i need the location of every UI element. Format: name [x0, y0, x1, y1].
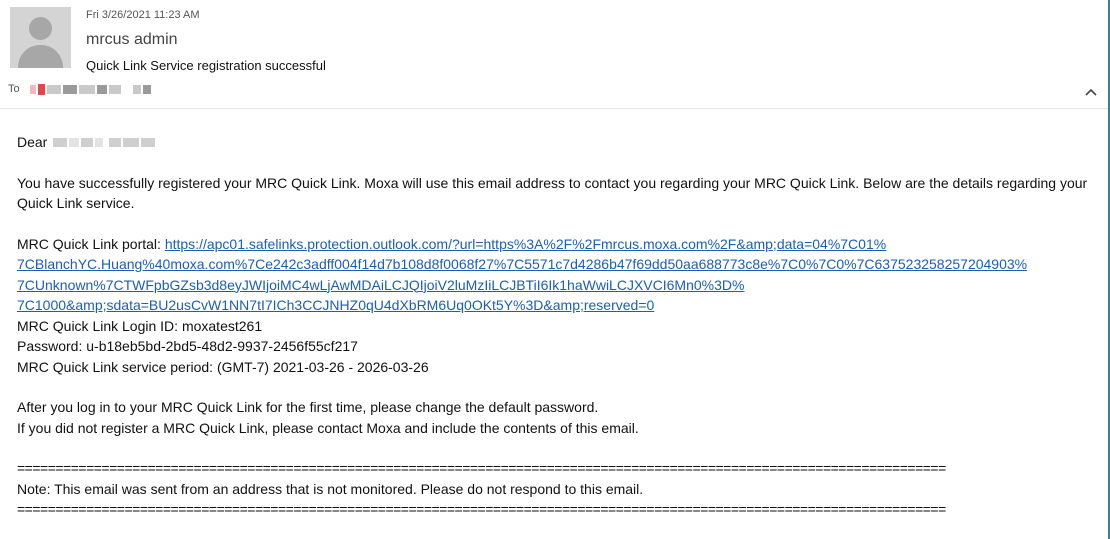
redacted-name: [53, 137, 157, 147]
portal-label: MRC Quick Link portal:: [17, 235, 165, 252]
greeting-line: Dear: [17, 132, 1097, 153]
to-label: To: [8, 83, 20, 95]
recipients-row: To: [8, 81, 153, 97]
chevron-up-icon[interactable]: [1083, 86, 1099, 98]
login-id-line: MRC Quick Link Login ID: moxatest261: [17, 317, 263, 334]
message-body: Dear You have successfully registered yo…: [17, 132, 1097, 520]
divider-bottom: ========================================…: [17, 501, 946, 517]
password-line: Password: u-b18eb5bd-2bd5-48d2-9937-2456…: [17, 338, 358, 354]
service-period-line: MRC Quick Link service period: (GMT-7) 2…: [17, 358, 429, 375]
note-line: Note: This email was sent from an addres…: [17, 480, 644, 497]
portal-link-cont-3[interactable]: 7C1000&amp;sdata=BU2usCvW1NN7tI7ICh3CCJN…: [17, 297, 654, 313]
message-datetime: Fri 3/26/2021 11:23 AM: [86, 9, 200, 21]
portal-link-cont-2[interactable]: 7CUnknown%7CTWFpbGZsb3d8eyJWIjoiMC4wLjAw…: [17, 277, 744, 293]
portal-line: MRC Quick Link portal: https://apc01.saf…: [17, 234, 1097, 316]
intro-paragraph: You have successfully registered your MR…: [17, 174, 1088, 212]
change-password-line: After you log in to your MRC Quick Link …: [17, 399, 599, 415]
portal-link-cont-1[interactable]: 7CBlanchYC.Huang%40moxa.com%7Ce242c3adff…: [17, 256, 1027, 272]
sender-avatar-icon: [10, 7, 71, 68]
not-registered-line: If you did not register a MRC Quick Link…: [17, 419, 639, 436]
sender-name[interactable]: mrcus admin: [86, 31, 178, 49]
redacted-recipient[interactable]: [29, 83, 153, 95]
portal-link[interactable]: https://apc01.safelinks.protection.outlo…: [165, 236, 886, 252]
message-subject: Quick Link Service registration successf…: [86, 58, 326, 73]
message-header: Fri 3/26/2021 11:23 AM mrcus admin Quick…: [0, 0, 1108, 109]
greeting: Dear: [17, 134, 48, 150]
divider-top: ========================================…: [17, 460, 946, 476]
